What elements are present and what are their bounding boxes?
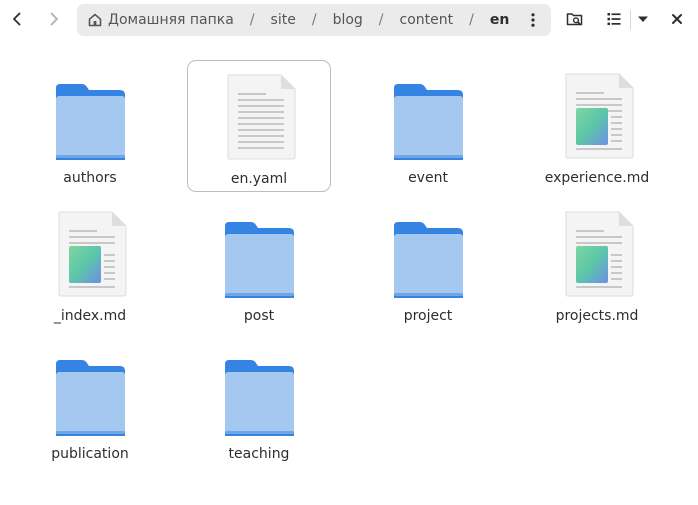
- search-button[interactable]: [560, 4, 590, 34]
- breadcrumb-separator: /: [378, 12, 384, 28]
- grid-item-publication[interactable]: publication: [18, 336, 162, 468]
- folder-icon: [56, 84, 125, 160]
- item-label: event: [408, 170, 448, 186]
- markdown-file-icon: [565, 211, 634, 297]
- folder-icon: [56, 360, 125, 436]
- breadcrumb-site[interactable]: site: [267, 4, 300, 36]
- path-bar: Домашняя папка / site / blog / content /…: [77, 4, 551, 36]
- item-label: publication: [51, 446, 129, 462]
- folder-search-icon: [566, 13, 583, 26]
- grid-item-en-yaml[interactable]: en.yaml: [187, 60, 331, 192]
- breadcrumb-blog[interactable]: blog: [329, 4, 367, 36]
- item-label: en.yaml: [230, 171, 288, 187]
- go-previous-icon: [13, 12, 21, 26]
- text-file-icon: [227, 74, 296, 160]
- close-icon: [672, 14, 682, 24]
- view-button-divider: [630, 10, 631, 30]
- breadcrumb-separator: /: [469, 12, 474, 28]
- home-icon: [88, 13, 102, 27]
- markdown-file-icon: [58, 211, 127, 297]
- view-mode-button[interactable]: [599, 4, 629, 34]
- breadcrumb-label: site: [270, 12, 296, 28]
- breadcrumb-content[interactable]: content: [396, 4, 458, 36]
- vertical-ellipsis-icon: [531, 13, 535, 27]
- file-manager-window: Домашняя папка / site / blog / content /…: [0, 0, 698, 505]
- header-bar: Домашняя папка / site / blog / content /…: [0, 0, 698, 40]
- folder-icon: [225, 360, 294, 436]
- item-label: authors: [63, 170, 117, 186]
- item-label: post: [243, 308, 275, 324]
- close-button[interactable]: [664, 5, 690, 33]
- breadcrumb-home[interactable]: Домашняя папка: [77, 4, 238, 36]
- breadcrumb-label: blog: [332, 12, 363, 28]
- item-label: _index.md: [53, 308, 127, 324]
- breadcrumb-label: en: [489, 12, 510, 28]
- grid-item-event[interactable]: event: [356, 60, 500, 192]
- view-options-button[interactable]: [633, 4, 653, 34]
- folder-icon: [394, 222, 463, 298]
- forward-button[interactable]: [39, 4, 69, 34]
- grid-item-post[interactable]: post: [187, 198, 331, 330]
- item-label: projects.md: [555, 308, 639, 324]
- breadcrumb-separator: /: [249, 12, 255, 28]
- breadcrumb-separator: /: [311, 12, 317, 28]
- pan-down-icon: [638, 16, 648, 22]
- go-next-icon: [50, 12, 58, 26]
- grid-item-experience-md[interactable]: experience.md: [525, 60, 669, 192]
- grid-item-index-md[interactable]: _index.md: [18, 198, 162, 330]
- item-label: project: [403, 308, 453, 324]
- folder-icon: [225, 222, 294, 298]
- grid-item-authors[interactable]: authors: [18, 60, 162, 192]
- path-menu-button[interactable]: [521, 8, 545, 32]
- breadcrumb-en[interactable]: en: [486, 4, 513, 36]
- item-label: teaching: [228, 446, 290, 462]
- breadcrumb-label: content: [399, 12, 454, 28]
- back-button[interactable]: [2, 4, 32, 34]
- markdown-file-icon: [565, 73, 634, 159]
- grid-item-teaching[interactable]: teaching: [187, 336, 331, 468]
- list-view-icon: [607, 13, 621, 26]
- grid-item-projects-md[interactable]: projects.md: [525, 198, 669, 330]
- item-label: experience.md: [544, 170, 650, 186]
- grid-item-project[interactable]: project: [356, 198, 500, 330]
- folder-icon: [394, 84, 463, 160]
- breadcrumb-label: Домашняя папка: [108, 12, 234, 28]
